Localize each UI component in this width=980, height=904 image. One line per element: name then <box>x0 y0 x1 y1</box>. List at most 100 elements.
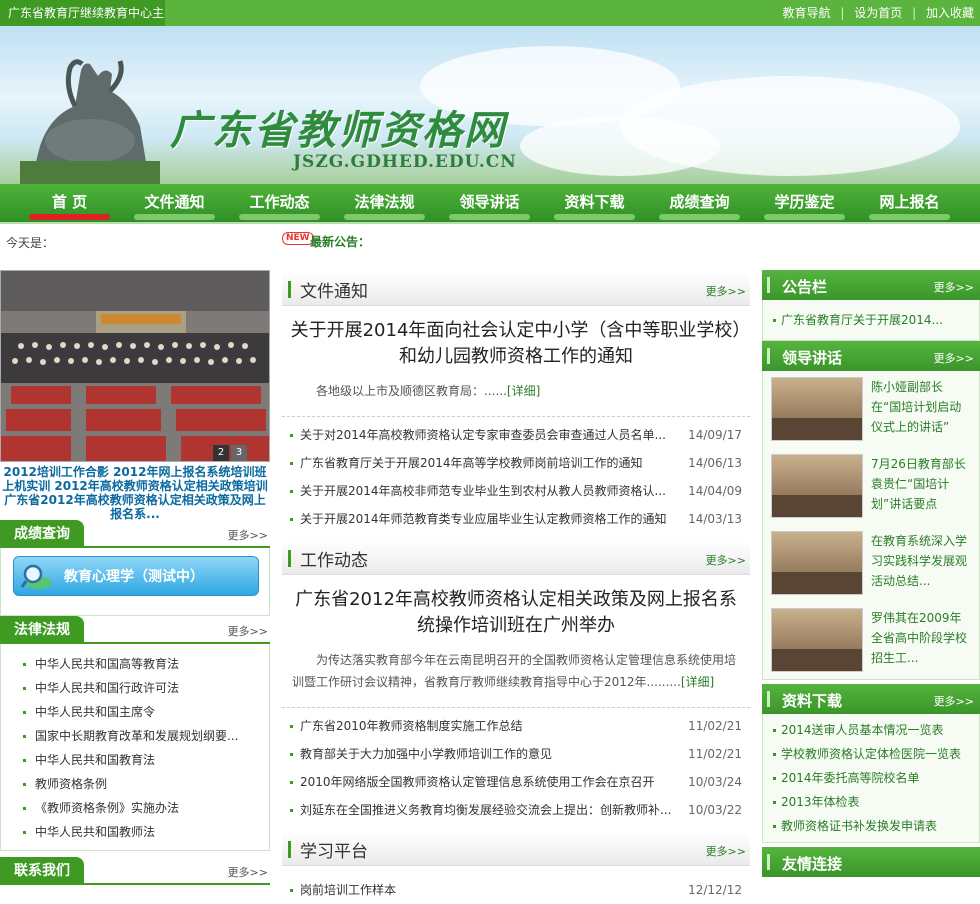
more-link[interactable]: 更多>> <box>228 864 268 880</box>
nav-item-degree[interactable]: 学历鉴定 <box>752 184 857 220</box>
speech-item[interactable]: 在教育系统深入学习实践科学发展观活动总结... <box>763 525 979 602</box>
site-banner: 广东省教师资格网 JSZG.GDHED.EDU.CN <box>0 26 980 184</box>
notice-headline[interactable]: 关于开展2014年面向社会认定中小学（含中等职业学校）和幼儿园教师资格工作的通知 <box>282 306 750 374</box>
top-link-homepage[interactable]: 设为首页 <box>854 6 902 20</box>
item-date: 14/06/13 <box>688 456 742 470</box>
bulletin-header: 公告栏 更多>> <box>762 270 980 300</box>
more-link[interactable]: 更多>> <box>228 527 268 543</box>
item-title: 2010年网络版全国教师资格认定管理信息系统使用工作会在京召开 <box>300 775 655 789</box>
slide-number[interactable]: 2 <box>213 445 229 461</box>
download-item[interactable]: 教师资格证书补发换发申请表 <box>773 814 979 838</box>
speech-title: 陈小娅副部长在“国培计划启动仪式上的讲话” <box>871 380 962 434</box>
item-date: 11/02/21 <box>688 747 742 761</box>
nav-item-law[interactable]: 法律法规 <box>332 184 437 220</box>
notice-summary: 各地级以上市及顺德区教育局：......[详细] <box>282 374 750 408</box>
divider <box>282 707 750 708</box>
more-link[interactable]: 更多>> <box>934 693 974 709</box>
section-title: 公告栏 <box>782 278 828 296</box>
list-item[interactable]: 关于开展2014年高校非师范专业毕业生到农村从教人员教师资格认... 14/04/… <box>286 477 746 505</box>
speech-thumbnail-image <box>771 531 863 595</box>
detail-link[interactable]: [详细] <box>507 384 540 398</box>
top-link-nav[interactable]: 教育导航 <box>783 6 831 20</box>
nav-item-register[interactable]: 网上报名 <box>857 184 962 220</box>
more-link[interactable]: 更多>> <box>228 623 268 639</box>
list-item[interactable]: 岗前培训工作样本 12/12/12 <box>286 876 746 904</box>
more-link[interactable]: 更多>> <box>934 350 974 366</box>
nav-label: 网上报名 <box>879 193 940 211</box>
work-section-header: 工作动态 更多>> <box>282 541 750 575</box>
score-section-header: 成绩查询 更多>> <box>0 520 270 548</box>
download-header: 资料下载 更多>> <box>762 684 980 714</box>
nav-item-notices[interactable]: 文件通知 <box>122 184 227 220</box>
download-item[interactable]: 2014送审人员基本情况一览表 <box>773 718 979 742</box>
nav-label: 领导讲话 <box>459 193 520 211</box>
section-marker <box>288 281 291 298</box>
download-item[interactable]: 2014年委托高等院校名单 <box>773 766 979 790</box>
speech-item[interactable]: 陈小娅副部长在“国培计划启动仪式上的讲话” <box>763 371 979 448</box>
nav-item-work[interactable]: 工作动态 <box>227 184 332 220</box>
more-link[interactable]: 更多>> <box>934 279 974 295</box>
item-date: 14/03/13 <box>688 512 742 526</box>
top-link-favorite[interactable]: 加入收藏 <box>926 6 974 20</box>
law-item[interactable]: 《教师资格条例》实施办法 <box>23 796 269 820</box>
item-title: 关于开展2014年师范教育类专业应届毕业生认定教师资格工作的通知 <box>300 512 667 526</box>
bulletin-item[interactable]: 广东省教育厅关于开展2014... <box>773 308 979 332</box>
slide-number[interactable]: 3 <box>231 445 247 461</box>
list-item[interactable]: 广东省教育厅关于开展2014年高等学校教师岗前培训工作的通知 14/06/13 <box>286 449 746 477</box>
list-item[interactable]: 关于对2014年高校教师资格认定专家审查委员会审查通过人员名单... 14/09/… <box>286 421 746 449</box>
more-link[interactable]: 更多>> <box>706 552 746 568</box>
item-date: 10/03/24 <box>688 775 742 789</box>
law-item[interactable]: 教师资格条例 <box>23 772 269 796</box>
section-title: 文件通知 <box>300 282 368 302</box>
nav-item-speech[interactable]: 领导讲话 <box>437 184 542 220</box>
item-title: 岗前培训工作样本 <box>300 883 397 897</box>
section-title: 资料下载 <box>782 692 843 710</box>
speech-item[interactable]: 罗伟其在2009年全省高中阶段学校招生工... <box>763 602 979 679</box>
nav-item-home[interactable]: 首 页 <box>17 184 122 220</box>
speech-item[interactable]: 7月26日教育部长袁贵仁“国培计划”讲话要点 <box>763 448 979 525</box>
item-date: 10/03/22 <box>688 803 742 817</box>
list-item[interactable]: 教育部关于大力加强中小学教师培训工作的意见 11/02/21 <box>286 740 746 768</box>
list-item[interactable]: 关于开展2014年师范教育类专业应届毕业生认定教师资格工作的通知 14/03/13 <box>286 505 746 533</box>
law-item[interactable]: 中华人民共和国教师法 <box>23 820 269 844</box>
site-logo-title[interactable]: 广东省教师资格网 <box>170 98 506 156</box>
notice-section-header: 文件通知 更多>> <box>282 272 750 306</box>
nav-item-score[interactable]: 成绩查询 <box>647 184 752 220</box>
nav-label: 学历鉴定 <box>774 193 835 211</box>
slideshow[interactable]: 2 3 <box>0 270 270 462</box>
five-goats-statue-image <box>20 59 160 184</box>
speech-section: 陈小娅副部长在“国培计划启动仪式上的讲话” 7月26日教育部长袁贵仁“国培计划”… <box>762 371 980 680</box>
law-section-header: 法律法规 更多>> <box>0 616 270 644</box>
section-marker <box>767 854 770 870</box>
nav-item-download[interactable]: 资料下载 <box>542 184 647 220</box>
slide-caption[interactable]: 2012培训工作合影 2012年网上报名系统培训班上机实训 2012年高校教师资… <box>0 462 270 521</box>
section-title: 领导讲话 <box>782 349 843 367</box>
law-item[interactable]: 中华人民共和国行政许可法 <box>23 676 269 700</box>
more-link[interactable]: 更多>> <box>706 283 746 299</box>
study-list: 岗前培训工作样本 12/12/12 <box>282 876 750 904</box>
list-item[interactable]: 2010年网络版全国教师资格认定管理信息系统使用工作会在京召开 10/03/24 <box>286 768 746 796</box>
detail-link[interactable]: [详细] <box>681 675 714 689</box>
nav-indicator <box>239 214 320 220</box>
left-column: 2 3 2012培训工作合影 2012年网上报名系统培训班上机实训 2012年高… <box>0 270 270 885</box>
today-label: 今天是： <box>6 236 55 250</box>
nav-indicator <box>134 214 215 220</box>
speech-thumbnail-image <box>771 608 863 672</box>
law-item[interactable]: 国家中长期教育改革和发展规划纲要... <box>23 724 269 748</box>
nav-label: 法律法规 <box>354 193 415 211</box>
item-date: 14/09/17 <box>688 428 742 442</box>
section-marker <box>767 348 770 364</box>
top-bar: 广东省教育厅继续教育中心主办 教育导航 | 设为首页 | 加入收藏 <box>0 0 980 26</box>
top-links: 教育导航 | 设为首页 | 加入收藏 <box>777 0 974 26</box>
download-item[interactable]: 2013年体检表 <box>773 790 979 814</box>
more-link[interactable]: 更多>> <box>706 843 746 859</box>
list-item[interactable]: 刘延东在全国推进义务教育均衡发展经验交流会上提出：创新教师补... 10/03/2… <box>286 796 746 824</box>
nav-indicator <box>344 214 425 220</box>
work-headline[interactable]: 广东省2012年高校教师资格认定相关政策及网上报名系统操作培训班在广州举办 <box>282 575 750 643</box>
law-item[interactable]: 中华人民共和国高等教育法 <box>23 652 269 676</box>
item-date: 12/12/12 <box>688 883 742 897</box>
law-item[interactable]: 中华人民共和国主席令 <box>23 700 269 724</box>
list-item[interactable]: 广东省2010年教师资格制度实施工作总结 11/02/21 <box>286 712 746 740</box>
download-item[interactable]: 学校教师资格认定体检医院一览表 <box>773 742 979 766</box>
law-item[interactable]: 中华人民共和国教育法 <box>23 748 269 772</box>
